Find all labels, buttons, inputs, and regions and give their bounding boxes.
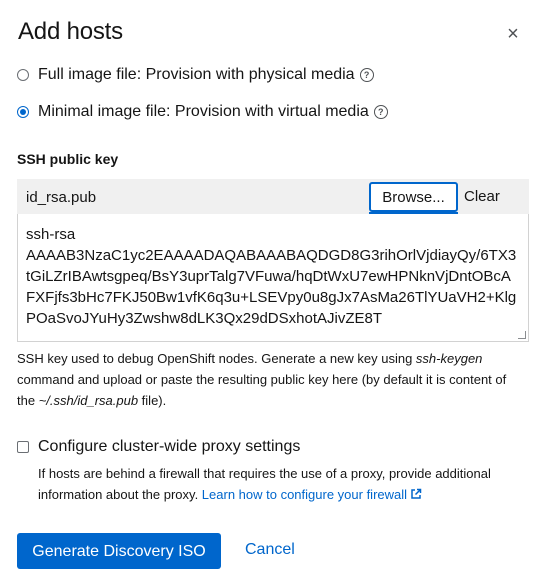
ssh-key-value: ssh-rsa AAAAB3NzaC1yc2EAAAADAQABAAABAQDGD…	[26, 226, 517, 327]
help-icon[interactable]: ?	[359, 68, 374, 82]
close-icon[interactable]: ×	[503, 24, 523, 44]
ssh-key-textarea[interactable]: ssh-rsa AAAAB3NzaC1yc2EAAAADAQABAAABAQDGD…	[17, 214, 529, 342]
browse-button[interactable]: Browse...	[369, 182, 458, 212]
clear-button[interactable]: Clear	[464, 188, 500, 205]
helper-text-part: file).	[138, 393, 167, 408]
helper-text-part: SSH key used to debug OpenShift nodes. G…	[17, 351, 416, 366]
helper-keygen: ssh-keygen	[415, 351, 483, 366]
resize-grip-icon[interactable]	[518, 331, 526, 339]
radio-full-image-label: Full image file: Provision with physical…	[38, 66, 355, 83]
radio-full-image-input[interactable]	[17, 69, 29, 81]
radio-minimal-image-input[interactable]	[17, 106, 29, 118]
proxy-checkbox-label: Configure cluster-wide proxy settings	[38, 438, 301, 455]
proxy-checkbox[interactable]	[17, 441, 29, 453]
ssh-key-label: SSH public key	[17, 151, 119, 167]
radio-minimal-image[interactable]: Minimal image file: Provision with virtu…	[17, 103, 388, 121]
generate-iso-button[interactable]: Generate Discovery ISO	[17, 533, 221, 569]
help-icon[interactable]: ?	[373, 105, 388, 119]
cancel-button[interactable]: Cancel	[245, 541, 295, 559]
ssh-file-upload: id_rsa.pub Browse... Clear	[17, 179, 529, 214]
ssh-helper-text: SSH key used to debug OpenShift nodes. G…	[17, 348, 522, 411]
proxy-description: If hosts are behind a firewall that requ…	[38, 463, 538, 505]
dialog-title: Add hosts	[18, 18, 123, 45]
proxy-checkbox-row[interactable]: Configure cluster-wide proxy settings	[17, 438, 300, 456]
radio-minimal-image-label: Minimal image file: Provision with virtu…	[38, 103, 369, 120]
external-link-icon[interactable]	[410, 488, 422, 500]
firewall-link[interactable]: Learn how to configure your firewall	[202, 487, 407, 502]
ssh-filename: id_rsa.pub	[26, 189, 97, 206]
radio-full-image[interactable]: Full image file: Provision with physical…	[17, 66, 374, 84]
helper-path: ~/.ssh/id_rsa.pub	[38, 393, 139, 408]
